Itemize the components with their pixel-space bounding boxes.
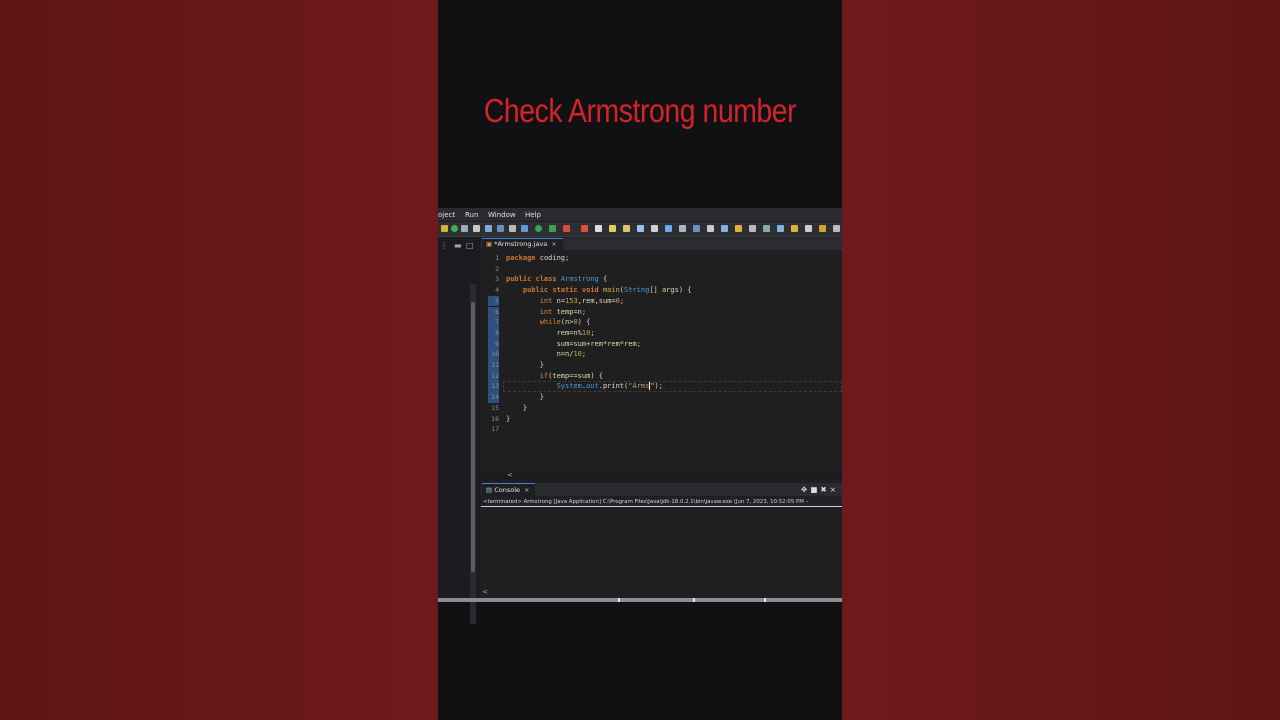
save-icon[interactable] (473, 225, 480, 232)
panel-menu-icon[interactable]: ⋮ (440, 241, 448, 250)
console-tab-label: Console (494, 486, 521, 494)
menu-project[interactable]: oject (438, 211, 455, 219)
prev-annotation-icon[interactable] (749, 225, 756, 232)
close-console-icon[interactable]: × (524, 486, 529, 494)
next-annotation-icon[interactable] (735, 225, 742, 232)
remove-all-icon[interactable]: ⨯ (830, 485, 839, 494)
console-icon: ▤ (486, 486, 495, 494)
console-tab-bar: ▤ Console × ✥■✖⨯ (481, 483, 842, 497)
console-toolbar: ✥■✖⨯ (801, 485, 839, 494)
tab-console[interactable]: ▤ Console × (482, 483, 536, 497)
code-line: 7 while(n>0) { (495, 318, 591, 327)
code-line: 4 public static void main(String[] args)… (495, 286, 692, 295)
filter-icon[interactable] (763, 225, 770, 232)
toggle-mark-icon[interactable] (665, 225, 672, 232)
console-status-line: <terminated> Armstrong [Java Application… (481, 497, 842, 507)
close-tab-icon[interactable]: × (551, 240, 556, 248)
format-icon[interactable] (721, 225, 728, 232)
console-output[interactable]: < (481, 508, 842, 596)
menu-run[interactable]: Run (465, 211, 478, 219)
minimize-icon[interactable]: ▬ (454, 241, 462, 250)
skip-icon[interactable] (521, 225, 528, 232)
vertical-scrollbar[interactable] (470, 284, 476, 624)
pen-icon[interactable] (651, 225, 658, 232)
open-task-icon[interactable] (637, 225, 644, 232)
code-line: 8 rem=n%10; (495, 328, 595, 337)
code-line: 1 package coding; (495, 254, 570, 262)
ide-window: oject Run Window Help ⋮ ▬ □ ▣ *Armstrong… (438, 208, 842, 624)
open-type-icon[interactable] (623, 225, 630, 232)
forward-arrow-icon[interactable] (805, 225, 812, 232)
scrollbar-thumb[interactable] (471, 302, 475, 572)
search-icon[interactable] (497, 225, 504, 232)
tab-label: *Armstrong.java (494, 240, 548, 248)
code-line: 2 (495, 264, 499, 273)
left-panel: ⋮ ▬ □ (438, 238, 480, 624)
code-line: 16} (491, 414, 511, 423)
tools-icon[interactable] (441, 225, 448, 232)
menu-window[interactable]: Window (488, 211, 516, 219)
blurred-background-left (0, 0, 438, 720)
back-arrow-icon[interactable] (791, 225, 798, 232)
overflow-icon[interactable] (833, 225, 840, 232)
new-icon[interactable] (461, 225, 468, 232)
editor-horizontal-scrollbar[interactable]: < (481, 471, 842, 480)
code-line: 13 System.out.print("Arms"); (491, 382, 663, 391)
code-line: 17 (491, 425, 499, 434)
coverage-icon[interactable] (581, 225, 588, 232)
last-edit-icon[interactable] (819, 225, 826, 232)
terminal-icon[interactable] (595, 225, 602, 232)
run-icon[interactable] (535, 225, 542, 232)
tab-armstrong-java[interactable]: ▣ *Armstrong.java × (482, 238, 563, 251)
menu-help[interactable]: Help (525, 211, 541, 219)
debug-icon[interactable] (451, 225, 458, 232)
code-line: 3 public class Armstrong { (495, 275, 608, 284)
console-scroll-left-icon[interactable]: < (482, 588, 488, 596)
editor-tab-bar: ▣ *Armstrong.java × (481, 238, 842, 251)
terminate-icon[interactable]: ■ (810, 485, 820, 494)
scroll-left-icon[interactable]: < (507, 471, 513, 479)
run-external-icon[interactable] (549, 225, 556, 232)
maximize-icon[interactable]: □ (466, 241, 474, 250)
annotation-icon[interactable] (679, 225, 686, 232)
code-line: 6 int temp=n; (495, 307, 587, 316)
pin-console-icon[interactable]: ✥ (801, 485, 810, 494)
code-line: 12 if(temp==sum) { (491, 371, 603, 380)
remove-launch-icon[interactable]: ✖ (820, 485, 829, 494)
window-bottom-border (438, 598, 842, 602)
code-line: 14 } (491, 393, 544, 402)
code-line: 5 int n=153,rem,sum=0; (495, 296, 625, 305)
video-title: Check Armstrong number (483, 92, 797, 129)
code-line: 15 } (491, 403, 528, 412)
stop-icon[interactable] (563, 225, 570, 232)
video-frame: Check Armstrong number oject Run Window … (438, 0, 842, 720)
perspective-icon[interactable] (693, 225, 700, 232)
toolbar (438, 222, 842, 237)
code-line: 10 n=n/10; (491, 350, 587, 359)
pin-icon[interactable] (707, 225, 714, 232)
code-line: 11 } (491, 361, 544, 369)
code-line: 9 sum=sum+rem*rem*rem; (495, 339, 641, 348)
build-icon[interactable] (509, 225, 516, 232)
blurred-background-right (842, 0, 1280, 720)
print-icon[interactable] (485, 225, 492, 232)
collapse-icon[interactable] (777, 225, 784, 232)
new-class-icon[interactable] (609, 225, 616, 232)
menu-bar: oject Run Window Help (438, 208, 842, 221)
java-file-icon: ▣ (486, 240, 495, 248)
code-editor[interactable]: 1 package coding; 2 3 public class Armstro… (481, 251, 842, 471)
